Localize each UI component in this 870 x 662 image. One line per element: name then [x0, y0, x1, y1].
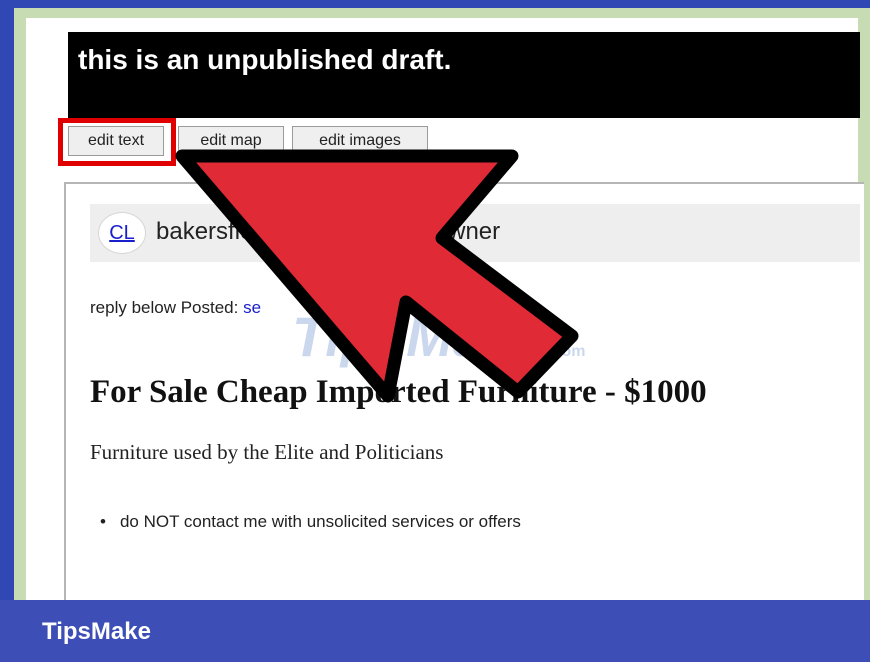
arrow-shape [175, 149, 579, 403]
brand-logo: TipsMake [42, 618, 151, 645]
arrow-pointer-icon [175, 149, 579, 403]
